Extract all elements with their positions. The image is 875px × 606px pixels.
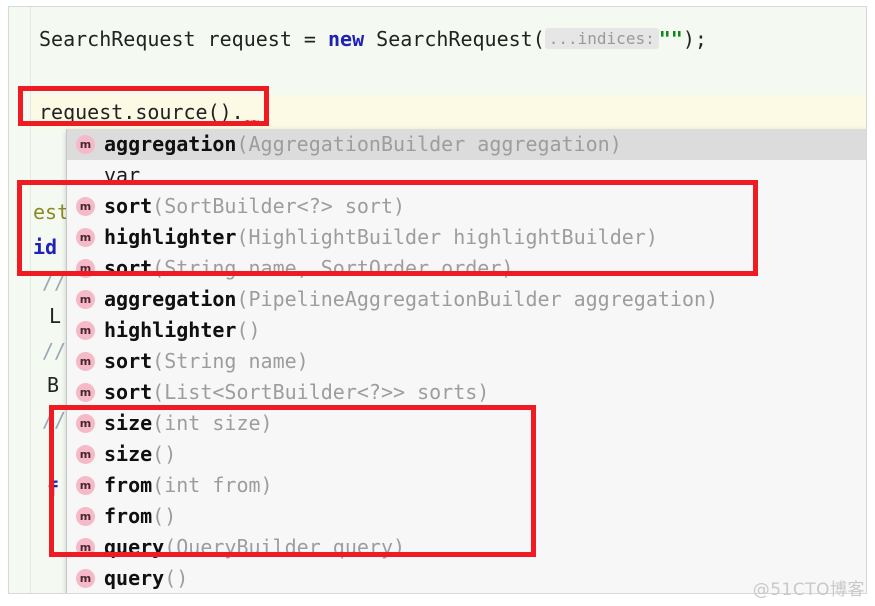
method-icon: m bbox=[76, 383, 95, 402]
completion-item[interactable]: m from (int from) bbox=[67, 470, 866, 501]
completion-item-name: query bbox=[104, 535, 165, 559]
completion-item[interactable]: m query() bbox=[67, 563, 866, 593]
completion-item[interactable]: m highlighter() bbox=[67, 315, 866, 346]
completion-item-signature: (int from) bbox=[152, 473, 273, 497]
completion-item[interactable]: m query (QueryBuilder query) bbox=[67, 532, 866, 563]
code-completion-popup[interactable]: m aggregation (AggregationBuilder aggregat… bbox=[66, 129, 866, 593]
completion-item-signature: (PipelineAggregationBuilder aggregation) bbox=[236, 287, 719, 311]
method-icon: m bbox=[76, 414, 95, 433]
method-icon: m bbox=[76, 445, 95, 464]
parameter-hint-chip: ...indices: bbox=[544, 28, 659, 49]
completion-item-name: from bbox=[104, 473, 153, 497]
method-icon: m bbox=[76, 321, 95, 340]
string-literal: "" bbox=[658, 27, 683, 51]
bg-code-fragment-4: L bbox=[49, 304, 62, 328]
completion-item-signature: (QueryBuilder query) bbox=[164, 535, 406, 559]
bg-code-fragment-7: // bbox=[42, 408, 67, 432]
bg-code-fragment-8: f bbox=[47, 477, 60, 501]
completion-item[interactable]: m sort (SortBuilder<?> sort) bbox=[67, 191, 866, 222]
code-editor: est id // L // B // f SearchRequest requ… bbox=[8, 6, 867, 594]
completion-item-signature: (SortBuilder<?> sort) bbox=[152, 194, 406, 218]
completion-item-name: sort bbox=[104, 194, 153, 218]
completion-item[interactable]: m from() bbox=[67, 501, 866, 532]
bg-code-fragment-1: est bbox=[33, 200, 70, 224]
bg-code-fragment-2: id bbox=[33, 235, 58, 259]
method-icon: m bbox=[76, 476, 95, 495]
error-squiggle-icon: ~~ bbox=[244, 114, 260, 129]
completion-item-name: sort bbox=[104, 256, 153, 280]
screenshot-root: est id // L // B // f SearchRequest requ… bbox=[0, 0, 875, 606]
completion-item[interactable]: m sort (List<SortBuilder<?>> sorts) bbox=[67, 377, 866, 408]
method-icon: m bbox=[76, 259, 95, 278]
method-icon: m bbox=[76, 569, 95, 588]
completion-item-signature: () bbox=[236, 318, 261, 342]
member-dot: . bbox=[231, 100, 244, 124]
watermark: @51CTO博客 bbox=[752, 580, 865, 600]
bg-code-fragment-3: // bbox=[42, 270, 67, 294]
completion-item-signature: () bbox=[152, 504, 177, 528]
completion-item-name: sort bbox=[104, 380, 153, 404]
completion-item-name: sort bbox=[104, 349, 153, 373]
method-icon: m bbox=[76, 197, 95, 216]
method-icon: m bbox=[76, 507, 95, 526]
completion-item-signature: (AggregationBuilder aggregation) bbox=[236, 132, 622, 156]
method-icon: m bbox=[76, 538, 95, 557]
constructor-call: SearchRequest( bbox=[364, 27, 545, 51]
bg-code-fragment-5: // bbox=[42, 339, 67, 363]
completion-item-name: aggregation bbox=[104, 287, 237, 311]
completion-item-signature: (List<SortBuilder<?>> sorts) bbox=[152, 380, 490, 404]
completion-item-name: aggregation bbox=[104, 132, 237, 156]
keyword-new: new bbox=[328, 27, 365, 51]
completion-item-signature: (String name) bbox=[152, 349, 309, 373]
completion-item[interactable]: m size() bbox=[67, 439, 866, 470]
variable-assign: request = bbox=[195, 27, 328, 51]
method-icon: m bbox=[76, 352, 95, 371]
code-line-source-call[interactable]: request.source().~~ bbox=[39, 100, 259, 129]
bg-code-fragment-6: B bbox=[47, 373, 60, 397]
completion-item[interactable]: m highlighter (HighlightBuilder highlightB… bbox=[67, 222, 866, 253]
editor-gutter bbox=[9, 7, 31, 593]
completion-item-signature: (int size) bbox=[152, 411, 273, 435]
method-icon: m bbox=[76, 135, 95, 154]
source-expression: request.source() bbox=[39, 100, 232, 124]
statement-tail: ); bbox=[682, 27, 707, 51]
code-line-declaration: SearchRequest request = new SearchReques… bbox=[39, 27, 707, 51]
completion-item-plain-label: var bbox=[104, 163, 141, 187]
completion-item-name: size bbox=[104, 442, 153, 466]
completion-item-signature: (HighlightBuilder highlightBuilder) bbox=[236, 225, 658, 249]
completion-item[interactable]: m aggregation (AggregationBuilder aggregat… bbox=[67, 129, 866, 160]
completion-item-name: highlighter bbox=[104, 225, 237, 249]
completion-item[interactable]: var bbox=[67, 160, 866, 191]
method-icon: m bbox=[76, 290, 95, 309]
completion-item[interactable]: m sort (String name, SortOrder order) bbox=[67, 253, 866, 284]
completion-item[interactable]: m size (int size) bbox=[67, 408, 866, 439]
completion-item-signature: () bbox=[152, 442, 177, 466]
completion-item-name: query bbox=[104, 566, 165, 590]
completion-item-name: size bbox=[104, 411, 153, 435]
completion-item-signature: (String name, SortOrder order) bbox=[152, 256, 514, 280]
completion-item-signature: () bbox=[164, 566, 189, 590]
method-icon: m bbox=[76, 228, 95, 247]
completion-item[interactable]: m sort (String name) bbox=[67, 346, 866, 377]
completion-item-name: highlighter bbox=[104, 318, 237, 342]
type-name: SearchRequest bbox=[39, 27, 196, 51]
completion-item[interactable]: m aggregation (PipelineAggregationBuilder … bbox=[67, 284, 866, 315]
completion-item-name: from bbox=[104, 504, 153, 528]
